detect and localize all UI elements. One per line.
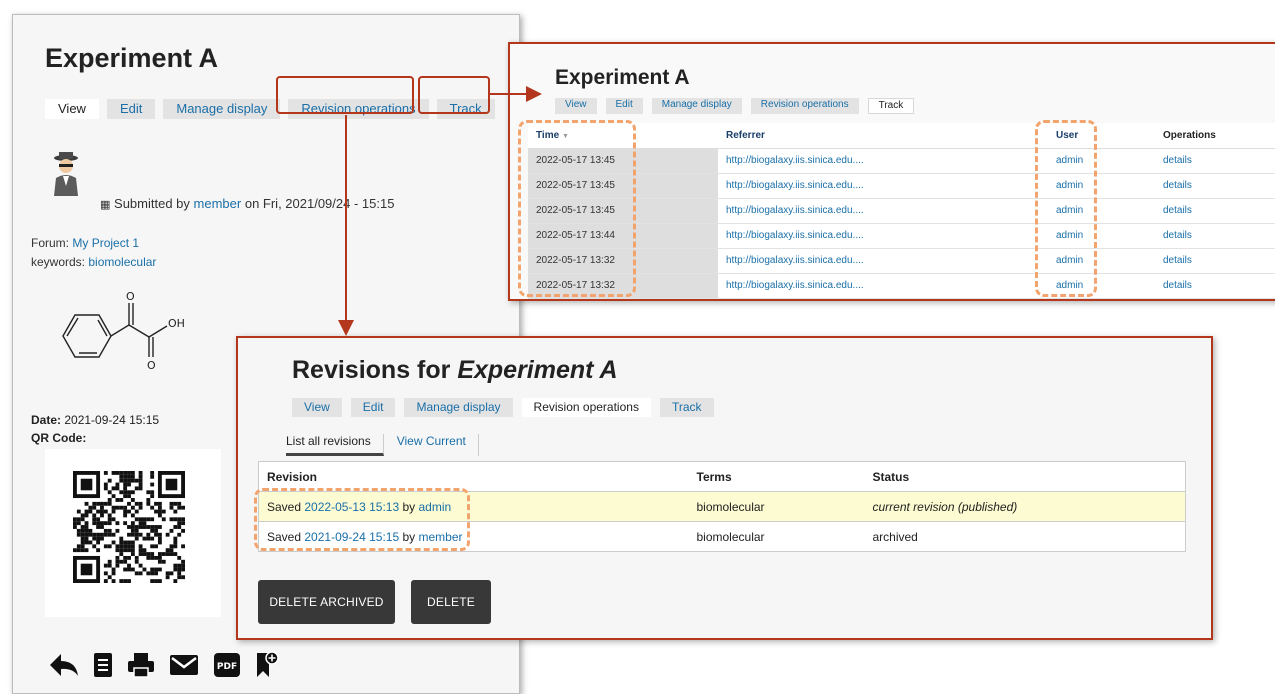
connector-arrows <box>338 86 542 336</box>
